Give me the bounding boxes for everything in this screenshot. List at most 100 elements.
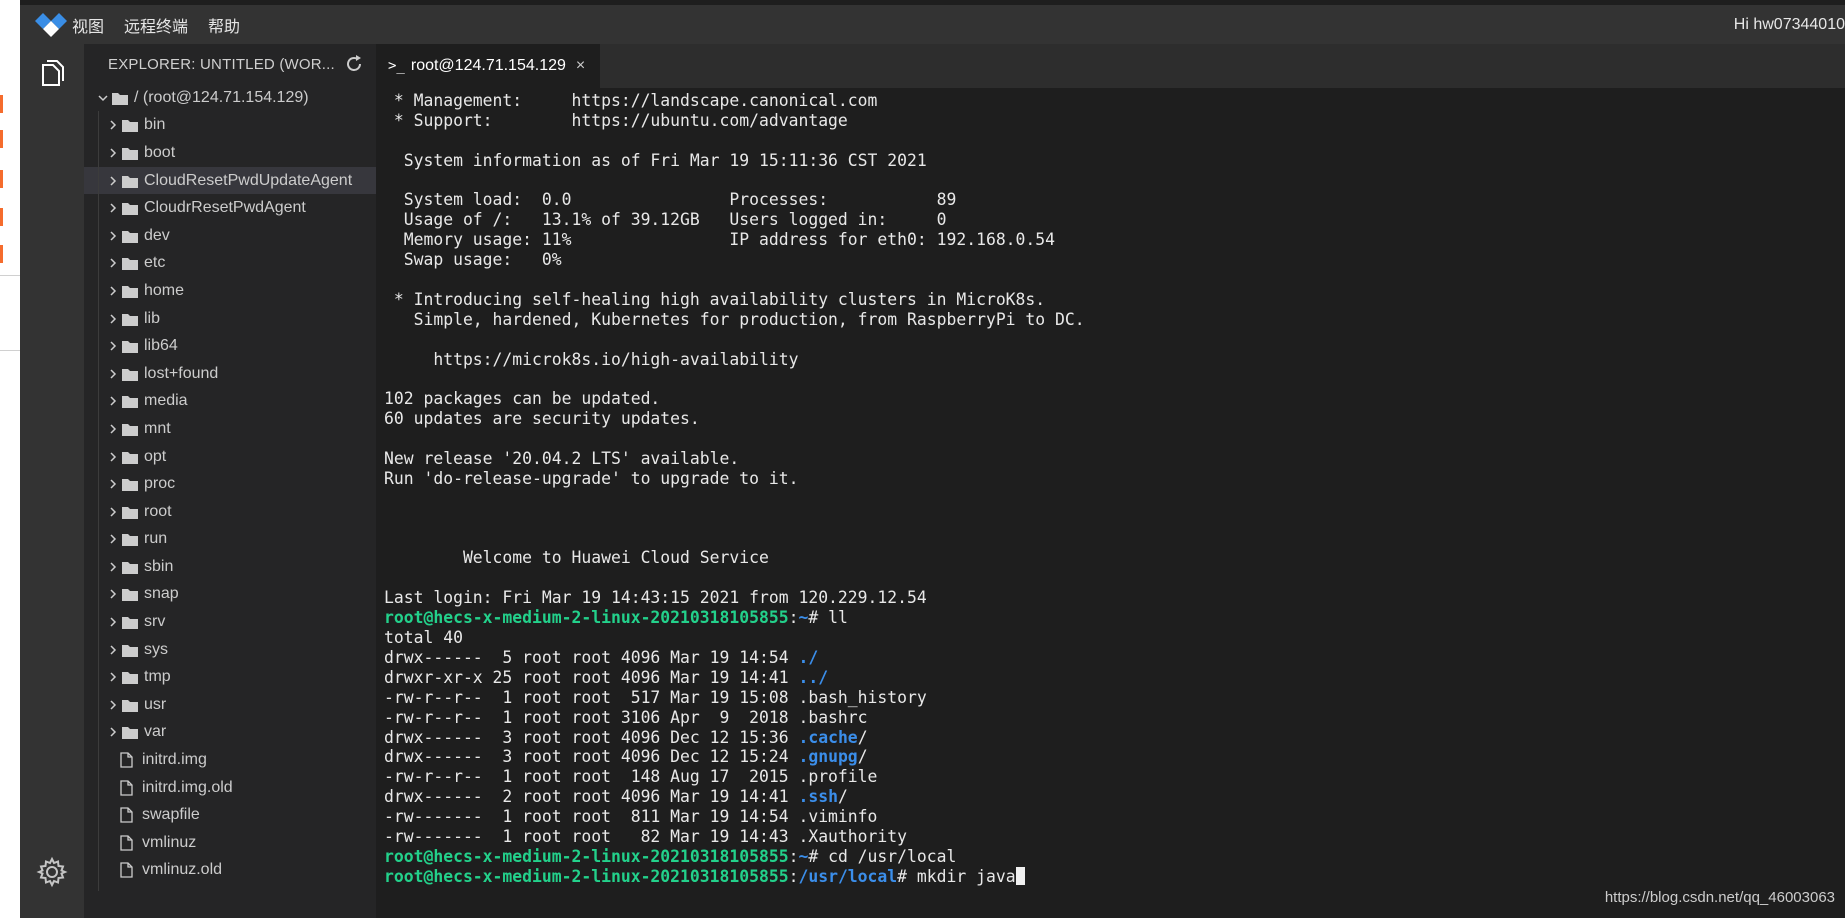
terminal-text: Run 'do-release-upgrade' to upgrade to i… [384,468,799,488]
prompt-user: root@hecs-x-medium-2-linux-2021031810585… [384,846,789,866]
background-marker [0,208,3,226]
tree-folder-bin[interactable]: bin [84,112,376,140]
tree-folder-home[interactable]: home [84,277,376,305]
tree-file-label: initrd.img [142,751,207,769]
tab-bar: >_ root@124.71.154.129 × [376,44,1845,88]
tree-folder-label: opt [144,447,167,465]
tree-folder-snap[interactable]: snap [84,581,376,609]
terminal-line: -rw-r--r-- 1 root root 148 Aug 17 2015 .… [384,767,1845,787]
terminal-line: Swap usage: 0% [384,250,1845,270]
tree-folder-cloudrresetpwdagent[interactable]: CloudrResetPwdAgent [84,194,376,222]
menu-help[interactable]: 帮助 [208,13,240,37]
app-logo-icon[interactable] [30,5,72,44]
highlighted-path: .cache [798,727,858,747]
watermark-url: https://blog.csdn.net/qq_46003063 [1604,889,1835,906]
folder-icon [122,724,140,740]
chevron-right-icon [104,503,122,521]
tree-folder-usr[interactable]: usr [84,691,376,719]
terminal-line: total 40 [384,628,1845,648]
terminal-line: New release '20.04.2 LTS' available. [384,449,1845,469]
tree-folder-opt[interactable]: opt [84,443,376,471]
terminal-line: Usage of /: 13.1% of 39.12GB Users logge… [384,210,1845,230]
terminal-line: -rw-r--r-- 1 root root 3106 Apr 9 2018 .… [384,708,1845,728]
tree-folder-label: boot [144,143,176,161]
tree-folder-sys[interactable]: sys [84,636,376,664]
tree-folder-label: etc [144,254,166,272]
tree-file-vmlinuz-old[interactable]: vmlinuz.old [84,857,376,885]
tree-folder-label: home [144,281,185,299]
tree-folder-lib64[interactable]: lib64 [84,332,376,360]
settings-gear-icon[interactable] [20,844,84,900]
background-marker [0,245,3,263]
explorer-header: EXPLORER: UNTITLED (WOR... [84,44,376,84]
tree-folder-label: var [144,723,167,741]
terminal-text: Welcome to Huawei Cloud Service [384,548,769,568]
terminal-text: -rw-r--r-- 1 root root 3106 Apr 9 2018 .… [384,707,868,727]
close-icon[interactable]: × [576,57,585,75]
folder-icon [122,255,140,271]
tree-folder-proc[interactable]: proc [84,470,376,498]
terminal-line: -rw------- 1 root root 811 Mar 19 14:54 … [384,807,1845,827]
tree-file-vmlinuz[interactable]: vmlinuz [84,829,376,857]
terminal-text: # mkdir java [897,866,1016,886]
chevron-right-icon [104,585,122,603]
user-greeting[interactable]: Hi hw07344010 [1734,16,1845,34]
tree-folder-label: sbin [144,557,174,575]
tree-folder-etc[interactable]: etc [84,250,376,278]
folder-icon [122,338,140,354]
tree-folder-srv[interactable]: srv [84,608,376,636]
background-divider [0,350,20,351]
chevron-right-icon [104,558,122,576]
terminal-text: drwx------ 2 root root 4096 Mar 19 14:41 [384,787,799,807]
folder-icon [122,531,140,547]
tree-folder-root[interactable]: root [84,498,376,526]
tree-folder-boot[interactable]: boot [84,139,376,167]
tree-folder-label: lib [144,309,161,327]
explorer-files-icon[interactable] [20,46,84,102]
tree-folder-mnt[interactable]: mnt [84,415,376,443]
tree-folder-cloudresetpwdupdateagent[interactable]: CloudResetPwdUpdateAgent [84,166,376,195]
file-icon [120,862,138,879]
folder-icon [122,145,140,161]
terminal-text: # cd /usr/local [808,846,957,866]
tree-folder-var[interactable]: var [84,719,376,747]
chevron-right-icon [104,144,122,162]
terminal-text: / [837,787,848,807]
tab-terminal[interactable]: >_ root@124.71.154.129 × [376,44,600,88]
chevron-right-icon [104,723,122,741]
folder-icon [122,669,140,685]
tree-folder-tmp[interactable]: tmp [84,663,376,691]
menu-remote-terminal[interactable]: 远程终端 [124,13,188,37]
tree-folder-label: srv [144,613,166,631]
menu-bar: 视图 远程终端 帮助 Hi hw07344010 [20,5,1845,44]
tree-folder-dev[interactable]: dev [84,222,376,250]
tree-folder-run[interactable]: run [84,526,376,554]
terminal-line: -rw-r--r-- 1 root root 517 Mar 19 15:08 … [384,688,1845,708]
chevron-right-icon [104,337,122,355]
terminal-text: -rw------- 1 root root 811 Mar 19 14:54 … [384,807,878,827]
tree-folder-lib[interactable]: lib [84,305,376,333]
terminal-text: drwxr-xr-x 25 root root 4096 Mar 19 14:4… [384,667,799,687]
file-tree: / (root@124.71.154.129) bin boot CloudRese… [84,84,376,884]
tree-root[interactable]: / (root@124.71.154.129) [84,84,376,112]
terminal-text: https://microk8s.io/high-availability [384,349,799,369]
terminal-line: drwx------ 5 root root 4096 Mar 19 14:54… [384,648,1845,668]
menu-view[interactable]: 视图 [72,13,104,37]
terminal-line: 60 updates are security updates. [384,409,1845,429]
refresh-icon[interactable] [344,54,364,74]
tree-folder-sbin[interactable]: sbin [84,553,376,581]
tree-folder-media[interactable]: media [84,388,376,416]
tree-folder-lost-found[interactable]: lost+found [84,360,376,388]
tree-file-initrd-img-old[interactable]: initrd.img.old [84,774,376,802]
terminal-output[interactable]: * Management: https://landscape.canonica… [376,88,1845,918]
tree-folder-label: tmp [144,668,171,686]
tree-file-initrd-img[interactable]: initrd.img [84,746,376,774]
terminal-line: * Introducing self-healing high availabi… [384,290,1845,310]
folder-icon [122,421,140,437]
tree-file-swapfile[interactable]: swapfile [84,801,376,829]
terminal-line: drwx------ 3 root root 4096 Dec 12 15:36… [384,728,1845,748]
